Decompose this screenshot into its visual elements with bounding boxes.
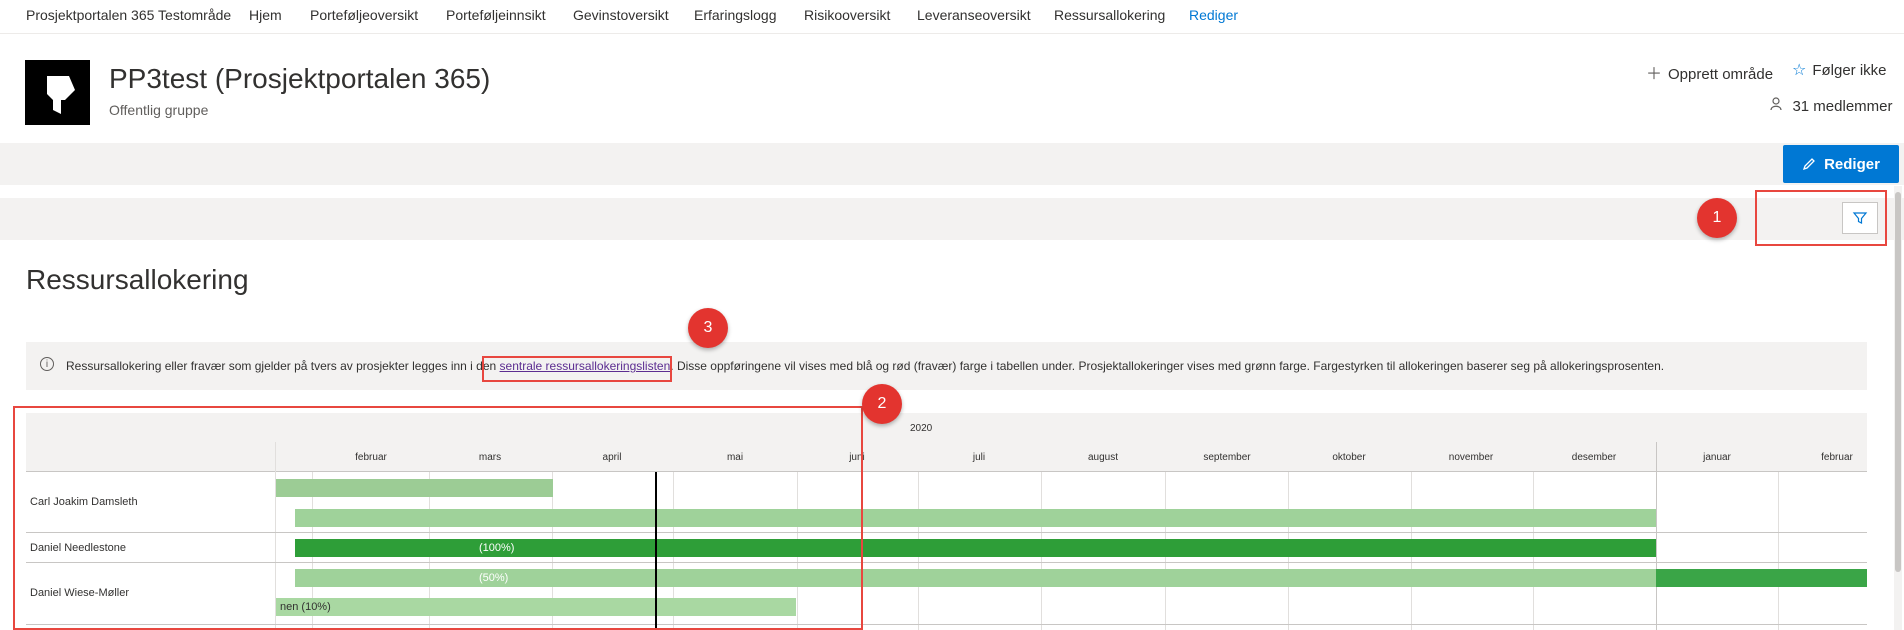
month-label: november: [1448, 452, 1494, 463]
year-label: 2020: [910, 423, 933, 434]
edit-page-button[interactable]: Rediger: [1783, 145, 1899, 183]
edit-page-label: Rediger: [1824, 155, 1880, 173]
callout-box-2: [13, 406, 863, 630]
plus-icon: ＋: [1646, 66, 1663, 83]
follow-label: Følger ikke: [1812, 62, 1887, 79]
month-label: oktober: [1332, 452, 1366, 463]
create-area-button[interactable]: ＋ Opprett område: [1646, 60, 1773, 84]
month-label: februar: [1821, 452, 1853, 463]
month-label: desember: [1571, 452, 1617, 463]
callout-badge-3: 3: [688, 308, 728, 348]
nav-ressursallokering[interactable]: Ressursallokering: [1054, 7, 1165, 23]
nav-rediger[interactable]: Rediger: [1189, 7, 1238, 23]
callout-box-1: [1755, 190, 1887, 246]
section-title: Ressursallokering: [26, 264, 249, 295]
info-text-after: . Disse oppføringene vil vises med blå o…: [670, 359, 1665, 373]
month-label: januar: [1703, 452, 1731, 463]
callout-badge-2: 2: [862, 384, 902, 424]
group-type: Offentlig gruppe: [109, 102, 209, 118]
create-area-label: Opprett område: [1668, 66, 1774, 83]
info-text-before: Ressursallokering eller fravær som gjeld…: [66, 359, 500, 373]
members-label: 31 medlemmer: [1792, 98, 1893, 115]
info-icon: i: [40, 357, 54, 371]
callout-box-3: [482, 356, 672, 382]
callout-badge-1: 1: [1697, 198, 1737, 238]
nav-erfaringslogg[interactable]: Erfaringslogg: [694, 7, 777, 23]
logo-mark-icon: [47, 76, 75, 114]
info-message-bar: i Ressursallokering eller fravær som gje…: [26, 342, 1867, 390]
person-icon: [1770, 97, 1786, 115]
follow-button[interactable]: ☆ Følger ikke: [1792, 60, 1887, 80]
nav-leveranseoversikt[interactable]: Leveranseoversikt: [917, 7, 1031, 23]
info-message: Ressursallokering eller fravær som gjeld…: [66, 359, 1664, 373]
filter-bar: [0, 198, 1904, 240]
nav-hjem[interactable]: Hjem: [249, 7, 282, 23]
nav-gevinstoversikt[interactable]: Gevinstoversikt: [573, 7, 669, 23]
site-header: PP3test (Prosjektportalen 365) Offentlig…: [0, 35, 1904, 143]
month-label: juli: [972, 452, 986, 463]
members-button[interactable]: 31 medlemmer: [1770, 97, 1893, 116]
scrollbar[interactable]: [1894, 186, 1902, 630]
site-title: PP3test (Prosjektportalen 365): [109, 63, 491, 94]
top-navigation: Prosjektportalen 365 Testområde Hjem Por…: [0, 0, 1904, 34]
month-label: august: [1087, 452, 1119, 463]
allocation-bar[interactable]: [1656, 569, 1867, 587]
scrollbar-thumb[interactable]: [1895, 192, 1901, 572]
nav-risikooversikt[interactable]: Risikooversikt: [804, 7, 890, 23]
month-label: september: [1203, 452, 1251, 463]
command-bar: [0, 143, 1904, 185]
nav-portefoljeinnsikt[interactable]: Porteføljeinnsikt: [446, 7, 546, 23]
nav-portefoljeoversikt[interactable]: Porteføljeoversikt: [310, 7, 418, 23]
pencil-icon: [1803, 158, 1815, 171]
site-title-link[interactable]: Prosjektportalen 365 Testområde: [26, 7, 231, 23]
site-logo: [25, 60, 90, 125]
star-icon: ☆: [1792, 62, 1807, 79]
